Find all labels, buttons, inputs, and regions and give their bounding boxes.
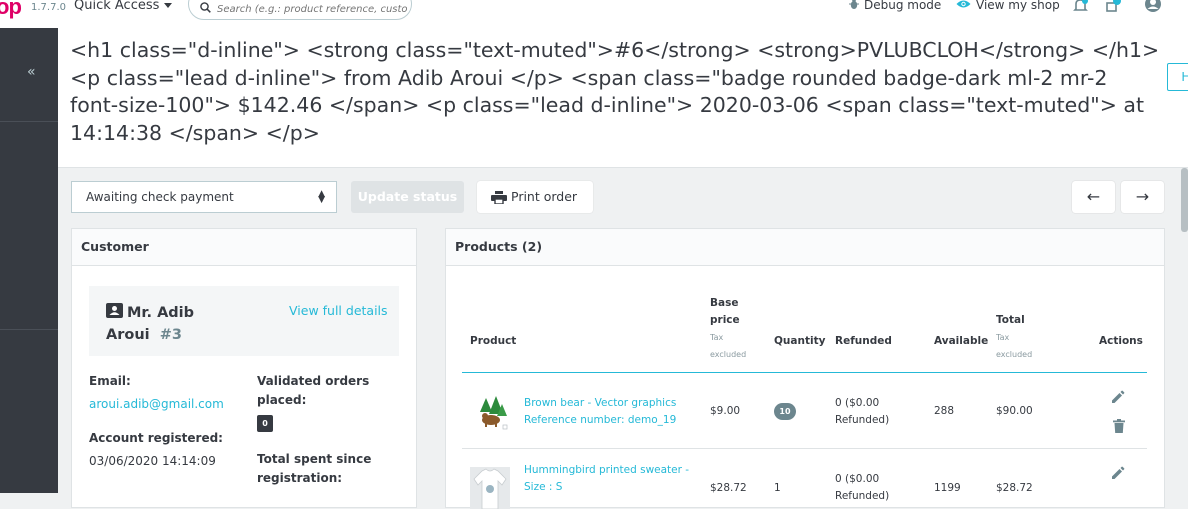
product-name-link[interactable]: Brown bear - Vector graphics	[524, 395, 676, 412]
refunded-value-line2: Refunded)	[835, 490, 890, 502]
view-my-shop-link[interactable]: View my shop	[956, 0, 1060, 12]
base-price-value: $28.72	[710, 482, 747, 494]
column-header-base-price: Base price Tax excluded	[710, 295, 746, 363]
order-status-value: Awaiting check payment	[86, 190, 234, 204]
base-price-value: $9.00	[710, 405, 741, 417]
view-my-shop-label: View my shop	[976, 0, 1060, 12]
base-price-sub-line2: excluded	[710, 350, 747, 359]
quick-access-dropdown[interactable]: Quick Access	[74, 0, 173, 13]
base-price-sub-line1: Tax	[710, 333, 724, 342]
edit-pencil-icon[interactable]	[1111, 466, 1125, 480]
customer-name: Mr. Adib Aroui #3	[106, 302, 194, 346]
total-sub-line1: Tax	[996, 333, 1010, 342]
product-name-link[interactable]: Hummingbird printed sweater -	[524, 462, 689, 479]
total-spent-label-line2: registration:	[257, 471, 343, 485]
total-spent-label-line1: Total spent since	[257, 452, 372, 466]
product-reference[interactable]: Size : S	[524, 479, 562, 496]
total-value: $28.72	[996, 482, 1033, 494]
validated-orders-label: Validated orders placed:	[257, 372, 369, 410]
sidebar: «	[0, 28, 58, 493]
refunded-value: 0 ($0.00 Refunded)	[835, 395, 889, 429]
refunded-value-line1: 0 ($0.00	[835, 397, 880, 409]
table-row-divider	[462, 448, 1147, 449]
print-order-label: Print order	[511, 189, 578, 204]
available-value: 288	[934, 405, 955, 417]
printer-icon	[491, 191, 507, 204]
debug-mode-link[interactable]: Debug mode	[848, 0, 941, 12]
contact-card-icon	[106, 303, 123, 318]
email-label: Email:	[89, 374, 131, 388]
quick-access-label: Quick Access	[74, 0, 160, 13]
debug-mode-label: Debug mode	[864, 0, 942, 12]
total-line1: Total	[996, 314, 1025, 326]
column-header-available: Available	[934, 335, 989, 347]
email-link[interactable]: aroui.adib@gmail.com	[89, 397, 224, 411]
collapse-sidebar-icon[interactable]: «	[27, 64, 36, 80]
total-spent-label: Total spent since registration:	[257, 450, 371, 488]
refunded-value-line2: Refunded)	[835, 414, 890, 426]
sidebar-divider	[0, 329, 58, 330]
edit-pencil-icon[interactable]	[1111, 390, 1125, 404]
product-thumbnail-hummingbird-sweater[interactable]	[470, 467, 510, 509]
customer-card: Customer Mr. Adib Aroui #3 View full deta…	[71, 228, 417, 508]
customer-summary-box: Mr. Adib Aroui #3 View full details	[89, 286, 399, 356]
customer-last-name: Aroui	[106, 327, 150, 343]
previous-order-button[interactable]: ←	[1072, 181, 1115, 213]
search-input[interactable]	[217, 1, 407, 17]
product-reference[interactable]: Reference number: demo_19	[524, 412, 676, 429]
available-value: 1199	[934, 482, 961, 494]
products-card: Products (2) Product Base price Tax exclud…	[445, 228, 1165, 509]
refunded-value: 0 ($0.00 Refunded)	[835, 471, 889, 505]
account-registered-label: Account registered:	[89, 431, 223, 445]
top-bar: op 1.7.7.0 Quick Access Debug mode View …	[0, 0, 1188, 28]
products-card-header: Products (2)	[446, 229, 1164, 266]
column-header-product: Product	[470, 335, 517, 347]
help-button[interactable]: Help	[1167, 63, 1188, 91]
customer-id: #3	[159, 327, 182, 343]
print-order-button[interactable]: Print order	[477, 181, 593, 213]
product-thumbnail-brown-bear[interactable]	[476, 394, 508, 430]
update-status-button[interactable]: Update status	[351, 181, 464, 213]
quantity-badge: 10	[774, 403, 796, 420]
total-value: $90.00	[996, 405, 1033, 417]
order-status-select[interactable]: Awaiting check payment ▲ ▼	[71, 181, 337, 213]
account-registered-value: 03/06/2020 14:14:09	[89, 454, 216, 468]
page-title: <h1 class="d-inline"> <strong class="tex…	[70, 38, 1160, 145]
prestashop-logo[interactable]: op	[0, 0, 22, 20]
search-icon	[200, 2, 211, 13]
validated-orders-label-line1: Validated orders	[257, 374, 370, 388]
notifications-icon[interactable]	[1104, 0, 1122, 14]
customer-card-header: Customer	[72, 229, 416, 266]
search-box[interactable]	[188, 0, 412, 20]
column-header-quantity: Quantity	[774, 335, 826, 347]
scrollbar[interactable]	[1181, 168, 1188, 232]
quantity-value: 1	[774, 482, 781, 494]
products-heading: Products (2)	[455, 239, 543, 254]
bug-icon	[849, 0, 859, 9]
user-avatar-icon[interactable]	[1144, 0, 1162, 14]
select-arrows-icon: ▲ ▼	[318, 189, 325, 205]
total-sub-line2: excluded	[996, 350, 1033, 359]
column-header-actions: Actions	[1099, 335, 1143, 347]
page-header: <h1 class="d-inline"> <strong class="tex…	[58, 28, 1188, 168]
column-header-total: Total Tax excluded	[996, 312, 1032, 363]
delete-trash-icon[interactable]	[1113, 419, 1125, 433]
column-header-refunded: Refunded	[835, 335, 892, 347]
bell-icon[interactable]	[1073, 0, 1088, 14]
next-order-button[interactable]: →	[1121, 181, 1164, 213]
sidebar-divider	[0, 121, 58, 122]
eye-icon	[956, 0, 971, 8]
base-price-line1: Base	[710, 297, 739, 309]
base-price-line2: price	[710, 314, 740, 326]
validated-orders-badge: 0	[257, 415, 273, 432]
customer-first-name: Mr. Adib	[127, 305, 195, 321]
view-full-details-link[interactable]: View full details	[289, 303, 388, 318]
validated-orders-label-line2: placed:	[257, 393, 307, 407]
caret-down-icon	[164, 3, 173, 8]
refunded-value-line1: 0 ($0.00	[835, 473, 880, 485]
table-header-divider	[462, 372, 1147, 373]
customer-heading: Customer	[81, 239, 149, 254]
version-label: 1.7.7.0	[31, 2, 66, 13]
